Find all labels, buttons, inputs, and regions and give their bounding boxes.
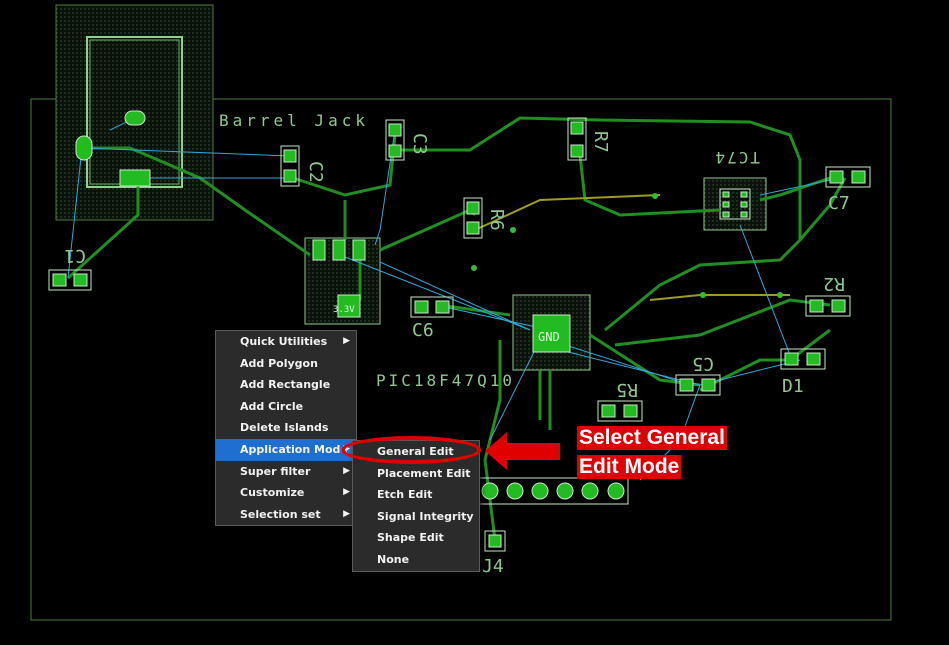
menu-item-label: Quick Utilities xyxy=(240,335,328,348)
submenu-item-label: Shape Edit xyxy=(377,531,444,545)
header-pins xyxy=(477,477,629,505)
menu-item-label: Add Circle xyxy=(240,399,304,413)
submenu-arrow-icon: ▶ xyxy=(343,336,350,346)
menu-item-label: Super filter xyxy=(240,464,311,478)
submenu-item-etch-edit[interactable]: Etch Edit xyxy=(353,484,479,506)
label-c7: C7 xyxy=(828,193,850,214)
submenu-item-none[interactable]: None xyxy=(353,549,479,571)
callout-line-1: Select General xyxy=(577,426,727,450)
submenu-item-label: Etch Edit xyxy=(377,488,433,502)
menu-item-label: Customize xyxy=(240,486,305,500)
label-c5: C5 xyxy=(692,353,714,374)
label-3v3: 3.3V xyxy=(333,305,355,315)
menu-item-label: Add Polygon xyxy=(240,356,318,370)
label-c1: C1 xyxy=(64,245,86,266)
menu-item-label: Delete Islands xyxy=(240,421,329,435)
menu-item-super-filter[interactable]: Super filter ▶ xyxy=(216,461,356,483)
menu-item-delete-islands[interactable]: Delete Islands xyxy=(216,417,356,439)
submenu-arrow-icon: ▶ xyxy=(343,508,350,519)
menu-item-label: Application Mode xyxy=(240,442,348,456)
label-tc74: TC74 xyxy=(713,148,760,167)
menu-item-selection-set[interactable]: Selection set ▶ xyxy=(216,504,356,526)
submenu-item-label: None xyxy=(377,552,410,566)
callout-line-2: Edit Mode xyxy=(577,455,682,479)
submenu-item-signal-integrity[interactable]: Signal Integrity xyxy=(353,506,479,528)
menu-item-add-rectangle[interactable]: Add Rectangle xyxy=(216,374,356,396)
label-r7: R7 xyxy=(590,131,611,153)
menu-item-application-mode[interactable]: Application Mode ▶ xyxy=(216,438,356,461)
menu-item-customize[interactable]: Customize ▶ xyxy=(216,482,356,504)
label-r2: R2 xyxy=(823,273,845,294)
menu-item-quick-utilities[interactable]: Quick Utilities ▶ xyxy=(216,331,356,353)
submenu-item-label: Placement Edit xyxy=(377,466,471,480)
label-r6: R6 xyxy=(486,209,507,231)
label-mcu: PIC18F47Q10 xyxy=(376,371,515,390)
label-r5: R5 xyxy=(616,379,638,400)
label-barrel-jack: Barrel Jack xyxy=(219,111,369,130)
submenu-item-label: Signal Integrity xyxy=(377,509,474,523)
highlight-ellipse xyxy=(341,436,481,464)
label-gnd: GND xyxy=(538,330,560,344)
label-c3: C3 xyxy=(409,133,430,155)
tc74-footprint xyxy=(703,177,767,231)
context-menu: Quick Utilities ▶ Add Polygon Add Rectang… xyxy=(215,330,357,527)
submenu-arrow-icon: ▶ xyxy=(343,487,350,498)
label-c6: C6 xyxy=(412,320,434,341)
submenu-item-shape-edit[interactable]: Shape Edit xyxy=(353,527,479,549)
submenu-item-placement-edit[interactable]: Placement Edit xyxy=(353,463,479,485)
menu-item-add-circle[interactable]: Add Circle xyxy=(216,396,356,418)
label-c2: C2 xyxy=(305,161,326,183)
menu-item-add-polygon[interactable]: Add Polygon xyxy=(216,353,356,375)
submenu-arrow-icon: ▶ xyxy=(343,465,350,476)
red-arrow-icon xyxy=(485,432,560,470)
menu-item-label: Selection set xyxy=(240,507,321,521)
label-d1: D1 xyxy=(782,376,804,397)
label-j4: J4 xyxy=(482,556,504,577)
menu-item-label: Add Rectangle xyxy=(240,378,331,392)
